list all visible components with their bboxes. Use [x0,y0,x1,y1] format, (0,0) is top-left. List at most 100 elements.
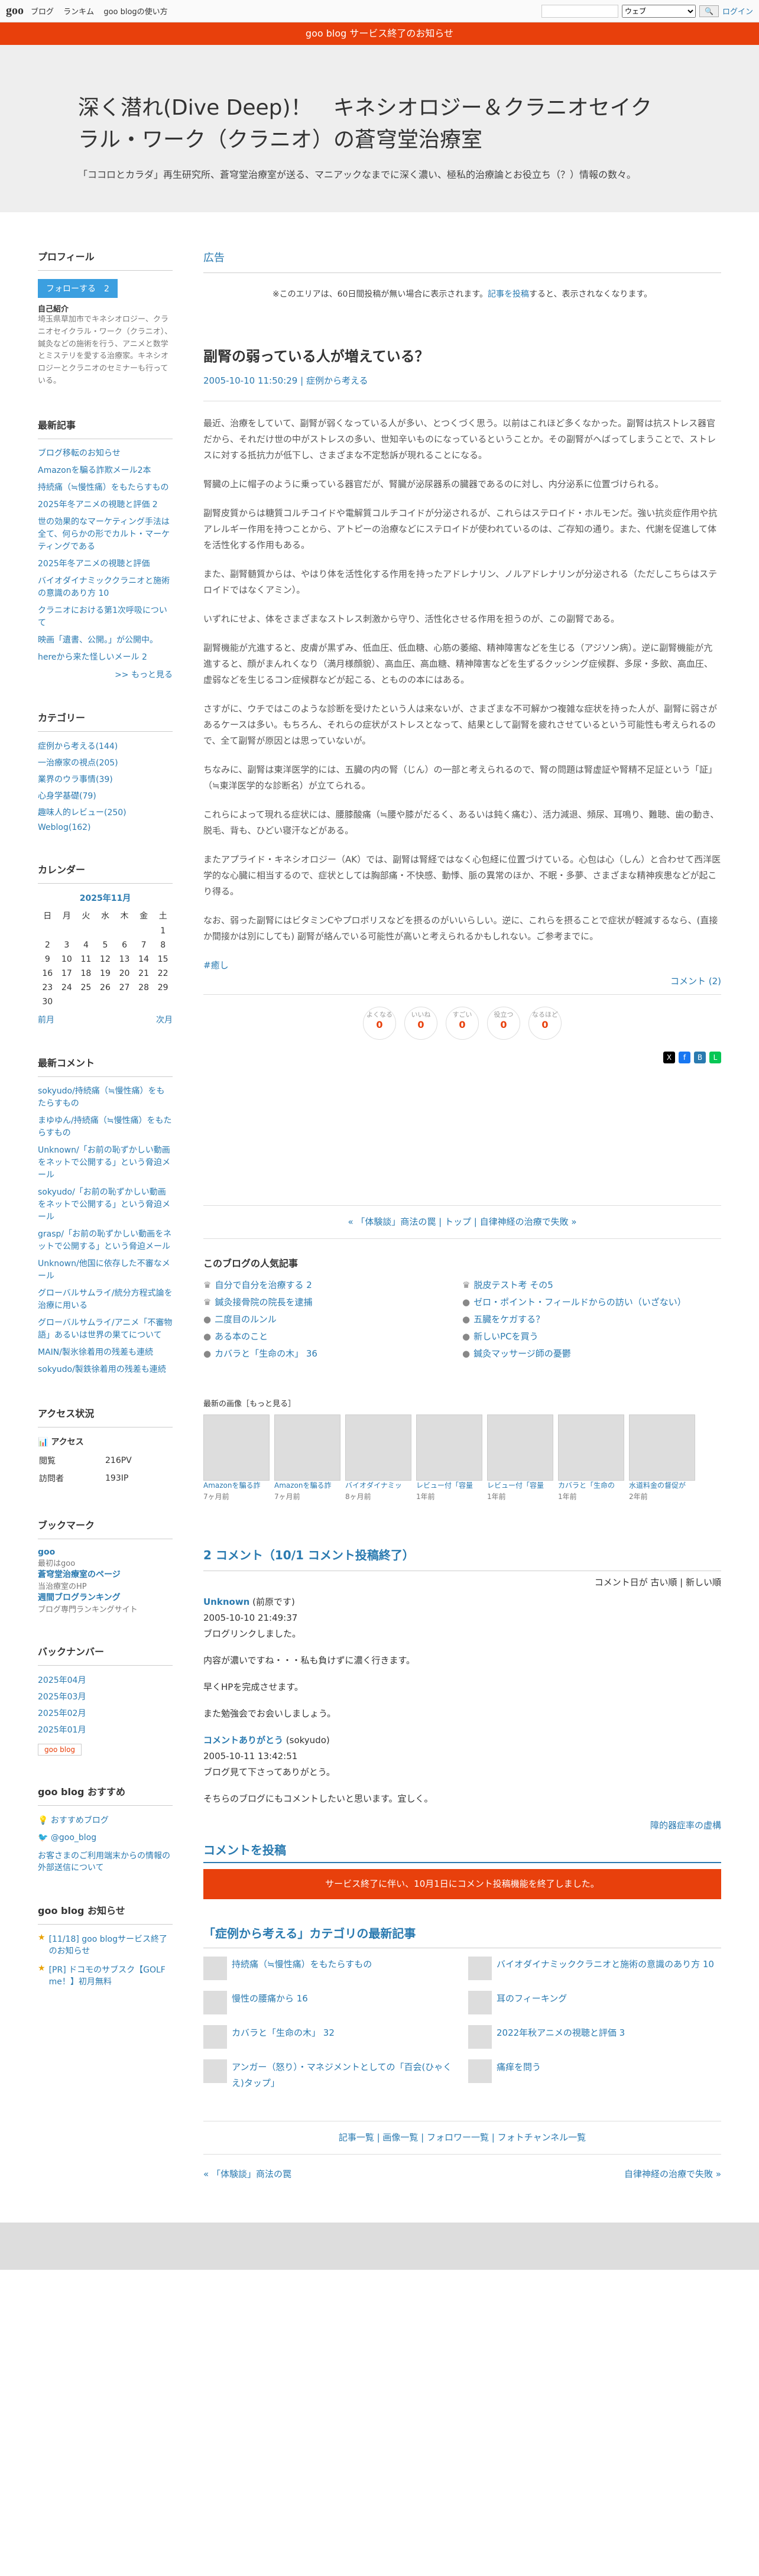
image-thumb[interactable]: レビュー付「容量 1年前 [416,1414,482,1503]
category-link[interactable]: 業界のウラ事情(39) [38,773,173,785]
reaction-button[interactable]: よくなる 0 [363,1006,396,1040]
hatena-share-icon[interactable]: B [694,1051,706,1063]
calendar-next[interactable]: 次月 [156,1014,173,1026]
search-scope-select[interactable]: ウェブ [622,4,696,18]
news-link-2[interactable]: [PR] ドコモのサブスク【GOLF me！】初月無料 [49,1964,173,1987]
bottom-prev-link[interactable]: « 「体験談」商法の罠 [203,2166,291,2182]
popular-post-link[interactable]: ● 鍼灸マッサージ師の憂鬱 [462,1346,721,1362]
category-link[interactable]: Weblog(162) [38,823,173,832]
popular-post-link[interactable]: ● 五臓をケガする？ [462,1312,721,1328]
reaction-button[interactable]: すごい 0 [446,1006,479,1040]
image-thumb[interactable]: レビュー付「容量 1年前 [487,1414,553,1503]
comment-order[interactable]: コメント日が 古い順 | 新しい順 [203,1575,721,1591]
recent-comment-link[interactable]: まゆゆん/持続痛（≒慢性痛）をもたらすもの [38,1115,173,1140]
image-thumb[interactable]: バイオダイナミッ 8ヶ月前 [345,1414,411,1503]
backnumber-link[interactable]: 2025年02月 [38,1707,173,1719]
bookmark-goo[interactable]: goo [38,1547,173,1557]
category-link[interactable]: 一治療家の視点(205) [38,757,173,768]
category-post-link[interactable]: アンガー（怒り）・マネジメントとしての「百会(ひゃくえ)タップ」 [203,2059,456,2091]
post-tag[interactable]: #癒し [203,958,721,974]
bottom-next-link[interactable]: 自律神経の治療で失敗 » [624,2166,721,2182]
popular-post-link[interactable]: ● 新しいPCを買う [462,1329,721,1345]
category-post-link[interactable]: 耳のフィーキング [468,1991,721,2015]
recent-comment-link[interactable]: sokyudo/持続痛（≒慢性痛）をもたらすもの [38,1085,173,1110]
reaction-button[interactable]: なるほど 0 [528,1006,562,1040]
image-thumb[interactable]: 水道料金の督促が 2年前 [629,1414,695,1503]
image-thumb[interactable]: カバラと「生命の 1年前 [558,1414,624,1503]
reaction-button[interactable]: いいね 0 [404,1006,437,1040]
top-link-blog[interactable]: ブログ [31,8,54,17]
category-post-link[interactable]: 持続痛（≒慢性痛）をもたらすもの [203,1957,456,1981]
footer-links[interactable]: 記事一覧 | 画像一覧 | フォロワー一覧 | フォトチャンネル一覧 [203,2121,721,2155]
backnumber-link[interactable]: 2025年03月 [38,1691,173,1702]
search-input[interactable] [541,4,619,18]
recent-post-link[interactable]: クラニオにおける第1次呼吸について [38,605,173,630]
follow-button[interactable]: フォローする 2 [38,279,118,298]
goo-blog-badge[interactable]: goo blog [38,1743,82,1756]
popular-post-link[interactable]: ● カバラと「生命の木」 36 [203,1346,462,1362]
popular-post-link[interactable]: ● 二度目のルンル [203,1312,462,1328]
reaction-button[interactable]: 役立つ 0 [487,1006,520,1040]
category-link[interactable]: 症例から考える(144) [38,740,173,752]
search-button[interactable]: 🔍 [699,5,719,17]
top-link-howto[interactable]: goo blogの使い方 [103,8,167,17]
recent-comment-link[interactable]: sokyudo/「お前の恥ずかしい動画をネットで公開する」という脅迫メール [38,1186,173,1224]
recent-post-link[interactable]: 世の効果的なマーケティング手法は全て、何らかの形でカルト・マーケティングである [38,516,173,553]
recent-comment-link[interactable]: MAIN/製氷徐着用の残差も連続 [38,1347,173,1359]
category-post-link[interactable]: 痛痒を問う [468,2059,721,2091]
blog-title[interactable]: 深く潜れ(Dive Deep)！ キネシオロジー＆クラニオセイクラル・ワーク（ク… [78,92,669,156]
recent-comment-link[interactable]: グローバルサムライ/統分方程式論を治療に用いる [38,1287,173,1312]
bookmark-ranking[interactable]: 週間ブログランキング [38,1591,173,1603]
popular-post-link[interactable]: ● ゼロ・ポイント・フィールドからの訪い（いざない） [462,1295,721,1310]
image-thumb[interactable]: Amazonを騙る詐 7ヶ月前 [274,1414,340,1503]
x-share-icon[interactable]: X [663,1051,675,1063]
category-post-link[interactable]: バイオダイナミッククラニオと施術の意識のあり方 10 [468,1957,721,1981]
facebook-share-icon[interactable]: f [679,1051,690,1063]
post-title[interactable]: 副腎の弱っている人が増えている？ [203,344,721,369]
category-link[interactable]: 心身学基礎(79) [38,790,173,802]
recent-post-link[interactable]: Amazonを騙る詐欺メール2本 [38,465,173,477]
category-post-link[interactable]: 2022年秋アニメの視聴と評価 3 [468,2025,721,2049]
category-post-link[interactable]: カバラと「生命の木」 32 [203,2025,456,2049]
login-link[interactable]: ログイン [722,5,753,17]
recent-comment-link[interactable]: Unknown/「お前の恥ずかしい動画をネットで公開する」という脅迫メール [38,1144,173,1182]
backnumber-link[interactable]: 2025年01月 [38,1724,173,1735]
line-share-icon[interactable]: L [709,1051,721,1063]
recent-post-link[interactable]: 2025年冬アニメの視聴と評価 [38,558,173,570]
recent-post-link[interactable]: hereから来た怪しいメール 2 [38,651,173,664]
external-info-link[interactable]: お客さまのご利用端末からの情報の外部送信について [38,1851,170,1873]
recent-post-link[interactable]: 映画「遺書、公開。」が公開中。 [38,634,173,647]
recent-comment-link[interactable]: sokyudo/製鉄徐着用の残差も連続 [38,1364,173,1376]
category-link[interactable]: 趣味人的レビュー(250) [38,806,173,818]
images-heading[interactable]: 最新の画像［もっと見る］ [203,1397,721,1411]
popular-post-link[interactable]: ♛ 自分で自分を治療する 2 [203,1277,462,1293]
image-thumb[interactable]: Amazonを騙る詐 7ヶ月前 [203,1414,270,1503]
recent-comment-link[interactable]: Unknown/他国に依存した不審なメール [38,1258,173,1283]
recent-post-link[interactable]: 2025年冬アニメの視聴と評価 2 [38,499,173,511]
recent-comment-link[interactable]: グローバルサムライ/アニメ「不審物語」あるいは世界の果てについて [38,1317,173,1342]
recent-post-link[interactable]: バイオダイナミッククラニオと施術の意識のあり方 10 [38,575,173,600]
service-end-notice[interactable]: goo blog サービス終了のお知らせ [0,22,759,45]
more-link[interactable]: >> もっと見る [38,669,173,680]
popular-post-link[interactable]: ♛ 脱皮テスト考 その5 [462,1277,721,1293]
next-post-link[interactable]: 自律神経の治療で失敗 » [480,1216,577,1227]
next-article-link[interactable]: 障的器症率の虚構 [203,1818,721,1834]
prev-post-link[interactable]: « 「体験談」商法の罠 [348,1216,436,1227]
calendar-prev[interactable]: 前月 [38,1014,54,1026]
goo-logo[interactable]: goo [6,4,24,18]
popular-post-link[interactable]: ♛ 鍼灸接骨院の院長を逮捕 [203,1295,462,1310]
recent-post-link[interactable]: ブログ移転のお知らせ [38,447,173,460]
news-link-1[interactable]: [11/18] goo blogサービス終了のお知らせ [49,1933,173,1957]
recent-post-link[interactable]: 持続痛（≒慢性痛）をもたらすもの [38,482,173,494]
post-article-link[interactable]: 記事を投稿 [488,290,529,299]
backnumber-link[interactable]: 2025年04月 [38,1674,173,1686]
post-category-link[interactable]: 症例から考える [306,375,368,386]
popular-post-link[interactable]: ● ある本のこと [203,1329,462,1345]
top-link-ranking[interactable]: ランキム [63,8,94,17]
recent-comment-link[interactable]: grasp/「お前の恥ずかしい動画をネットで公開する」という脅迫メール [38,1228,173,1253]
comment-count-link[interactable]: コメント (2) [203,974,721,995]
recommend-blog-link[interactable]: おすすめブログ [51,1816,109,1825]
bookmark-clinic[interactable]: 蒼穹堂治療室のページ [38,1568,173,1580]
category-post-link[interactable]: 慢性の腰痛から 16 [203,1991,456,2015]
twitter-link[interactable]: @goo_blog [51,1833,96,1842]
